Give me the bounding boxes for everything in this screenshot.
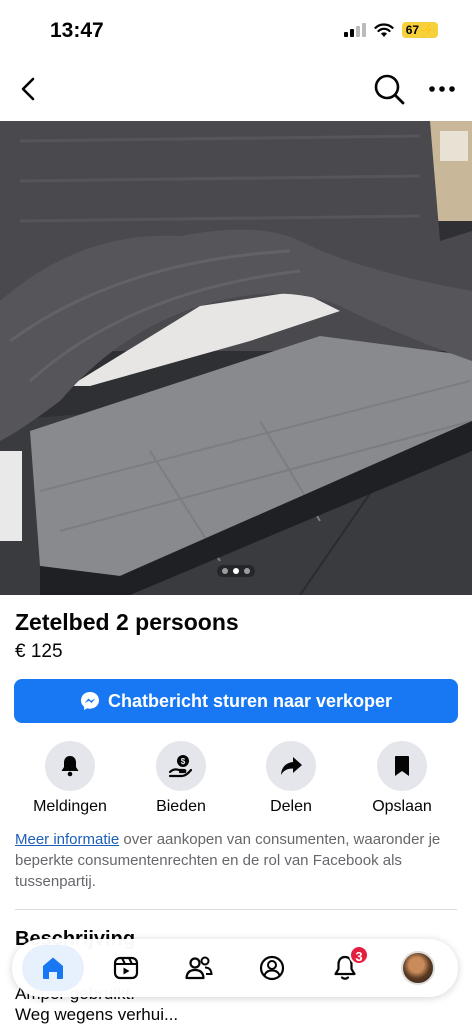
bookmark-icon bbox=[395, 756, 409, 776]
carousel-dots bbox=[217, 565, 255, 577]
video-icon bbox=[113, 956, 139, 980]
listing-price: € 125 bbox=[15, 641, 63, 662]
tab-home[interactable] bbox=[22, 945, 84, 991]
share-icon bbox=[281, 757, 302, 775]
friends-icon bbox=[185, 956, 213, 980]
wifi-icon bbox=[374, 22, 394, 37]
battery-level: 67 bbox=[405, 23, 420, 37]
divider bbox=[15, 909, 457, 910]
notification-badge: 3 bbox=[349, 945, 369, 965]
home-icon bbox=[43, 957, 63, 979]
offer-action-circle[interactable]: $ bbox=[156, 741, 206, 791]
offer-action[interactable]: $ Bieden bbox=[126, 741, 236, 816]
message-seller-button[interactable]: Chatbericht sturen naar verkoper bbox=[14, 679, 458, 723]
marketplace-icon bbox=[259, 955, 285, 981]
bottom-tab-bar bbox=[12, 939, 458, 997]
svg-text:$: $ bbox=[181, 757, 186, 766]
more-info-link[interactable]: Meer informatie bbox=[15, 831, 119, 848]
save-action[interactable]: Opslaan bbox=[347, 741, 457, 816]
consumer-info-text: Meer informatie over aankopen van consum… bbox=[15, 829, 455, 892]
carousel-dot bbox=[222, 568, 228, 574]
share-action-circle[interactable] bbox=[266, 741, 316, 791]
message-seller-label: Chatbericht sturen naar verkoper bbox=[107, 690, 393, 711]
status-bar: 13:47 67⚡ bbox=[0, 0, 472, 60]
notify-action[interactable]: Meldingen bbox=[15, 741, 125, 816]
offer-action-label: Bieden bbox=[156, 798, 206, 815]
listing-title: Zetelbed 2 persoons bbox=[15, 609, 239, 635]
tab-friends[interactable] bbox=[176, 945, 222, 991]
battery-indicator: 67⚡ bbox=[401, 22, 438, 38]
notify-action-circle[interactable] bbox=[45, 741, 95, 791]
more-options-icon[interactable] bbox=[426, 74, 458, 104]
bell-icon bbox=[61, 756, 79, 777]
save-action-circle[interactable] bbox=[377, 741, 427, 791]
share-action-label: Delen bbox=[270, 798, 312, 815]
description-line: Weg wegens verhui... bbox=[15, 1005, 179, 1024]
tab-profile[interactable] bbox=[395, 945, 441, 991]
status-time: 13:47 bbox=[50, 19, 104, 42]
status-icons: 67⚡ bbox=[343, 22, 438, 38]
share-action[interactable]: Delen bbox=[236, 741, 346, 816]
profile-avatar bbox=[401, 951, 435, 985]
carousel-dot bbox=[244, 568, 250, 574]
save-action-label: Opslaan bbox=[372, 798, 432, 815]
tab-marketplace[interactable] bbox=[249, 945, 295, 991]
messenger-icon bbox=[80, 692, 99, 710]
signal-icon bbox=[343, 23, 366, 37]
top-nav bbox=[0, 62, 472, 116]
search-icon[interactable] bbox=[372, 72, 406, 106]
notify-action-label: Meldingen bbox=[33, 798, 107, 815]
listing-photo[interactable] bbox=[0, 121, 472, 595]
carousel-dot-active bbox=[233, 568, 239, 574]
offer-icon: $ bbox=[168, 755, 193, 778]
back-arrow-icon[interactable] bbox=[14, 74, 44, 104]
tab-video[interactable] bbox=[103, 945, 149, 991]
